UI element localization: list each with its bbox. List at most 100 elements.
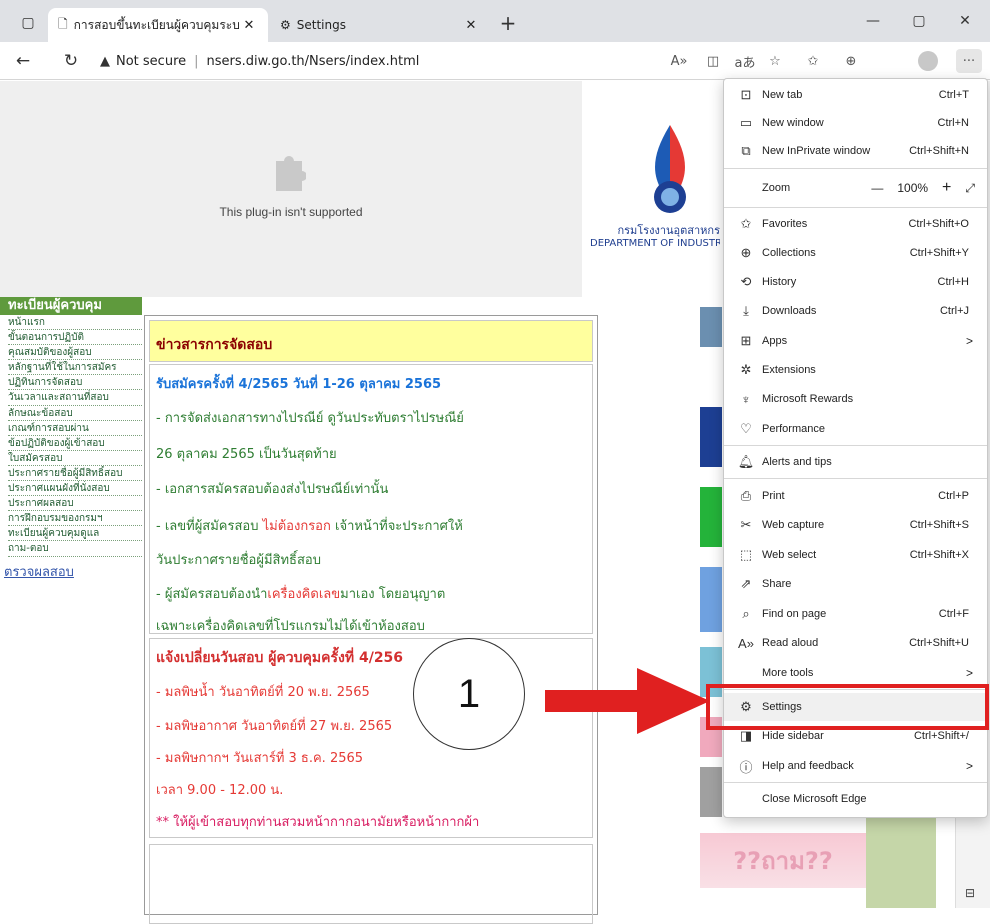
right-banner-block [700, 407, 722, 467]
refresh-icon[interactable]: ↻ [56, 46, 86, 76]
favorites-icon[interactable]: ✩ [800, 49, 826, 73]
add-favorite-icon[interactable]: ☆ [762, 49, 788, 73]
read-aloud-icon[interactable]: A» [666, 49, 692, 73]
profile-avatar-icon[interactable] [918, 51, 938, 71]
menu-item-more-tools[interactable]: More tools > [724, 659, 987, 687]
sidebar-toggle-icon[interactable]: ⊟ [965, 886, 975, 900]
maximize-icon[interactable]: ▢ [896, 6, 942, 36]
menu-item-print[interactable]: ⎙ Print Ctrl+P [724, 482, 987, 510]
menu-item-find[interactable]: ⌕ Find on page Ctrl+F [724, 600, 987, 628]
left-menu-item[interactable]: ข้อปฏิบัติของผู้เข้าสอบ [8, 436, 142, 451]
menu-item-new-window[interactable]: ▭ New window Ctrl+N [724, 109, 987, 137]
news-text: มาเอง โดยอนุญาต [340, 587, 446, 602]
downloads-icon: ⤓ [743, 303, 749, 318]
tab-nsers[interactable]: 🗋 การสอบขึ้นทะเบียนผู้ควบคุมระบบบำบัด ✕ [48, 8, 268, 42]
menu-item-help[interactable]: ⓘ Help and feedback > [724, 752, 987, 780]
left-menu-item[interactable]: หลักฐานที่ใช้ในการสมัคร [8, 360, 142, 376]
menu-item-web-select[interactable]: ⬚ Web select Ctrl+Shift+X [724, 541, 987, 569]
left-menu-item[interactable]: ประกาศผลสอบ [8, 496, 142, 512]
left-menu-item[interactable]: ใบสมัครสอบ [8, 451, 142, 466]
menu-item-label: Hide sidebar [762, 730, 824, 742]
menu-item-alerts[interactable]: 🔔︎ Alerts and tips [724, 448, 987, 476]
menu-item-read-aloud[interactable]: A» Read aloud Ctrl+Shift+U [724, 629, 987, 657]
menu-item-new-tab[interactable]: ⊡ New tab Ctrl+T [724, 81, 987, 109]
news-line: - มลพิษอากาศ วันอาทิตย์ที่ 27 พ.ย. 2565 [156, 719, 393, 734]
menu-item-apps[interactable]: ⊞ Apps > [724, 327, 987, 355]
menu-item-label: Downloads [762, 305, 817, 317]
menu-item-downloads[interactable]: ⤓ Downloads Ctrl+J [724, 297, 987, 325]
menu-item-rewards[interactable]: ♆ Microsoft Rewards [724, 385, 987, 413]
left-menu-item[interactable]: เกณฑ์การสอบผ่าน [8, 421, 142, 436]
menu-item-favorites[interactable]: ✩ Favorites Ctrl+Shift+O [724, 210, 987, 238]
left-menu-item[interactable]: หน้าแรก [8, 315, 142, 331]
immersive-reader-icon[interactable]: ◫ [700, 49, 726, 73]
news-line: แจ้งเปลี่ยนวันสอบ ผู้ควบคุมครั้งที่ 4/25… [156, 650, 404, 666]
menu-item-share[interactable]: ⇗ Share [724, 570, 987, 598]
menu-item-close-edge[interactable]: Close Microsoft Edge [724, 785, 987, 813]
left-menu-item[interactable]: ประกาศแผนผังที่นั่งสอบ [8, 481, 142, 497]
left-menu-item[interactable]: การฝึกอบรมของกรมฯ [8, 511, 142, 527]
menu-item-web-capture[interactable]: ✂ Web capture Ctrl+Shift+S [724, 511, 987, 539]
back-arrow-icon[interactable]: ← [8, 46, 38, 76]
news-line: ** ให้ผู้เข้าสอบทุกท่านสวมหน้ากากอนามัยห… [156, 815, 480, 830]
news-line: 26 ตุลาคม 2565 เป็นวันสุดท้าย [156, 447, 337, 462]
news-line: - มลพิษกากฯ วันเสาร์ที่ 3 ธ.ค. 2565 [156, 751, 364, 766]
zoom-in-icon[interactable]: + [942, 179, 951, 197]
settings-highlight-box [706, 684, 989, 730]
right-banner-block [700, 767, 722, 817]
translate-icon[interactable]: aあ [732, 49, 758, 73]
fullscreen-icon[interactable]: ⤢ [965, 181, 975, 196]
faq-banner[interactable]: ??ถาม?? [700, 833, 866, 888]
extensions-icon: ✲ [740, 362, 752, 377]
left-navigation: ทะเบียนผู้ควบคุม หน้าแรก ขั้นตอนการปฏิบั… [0, 297, 142, 582]
menu-item-history[interactable]: ⟲ History Ctrl+H [724, 268, 987, 296]
address-bar[interactable]: ▲ Not secure | nsers.diw.go.th/Nsers/ind… [100, 48, 480, 74]
menu-item-shortcut: Ctrl+H [937, 276, 969, 288]
left-menu-item[interactable]: คุณสมบัติของผู้สอบ [8, 345, 142, 361]
address-separator: | [194, 53, 199, 69]
menu-item-performance[interactable]: ♡ Performance [724, 415, 987, 443]
tab-actions-icon[interactable]: ▢ [12, 8, 44, 38]
left-menu-item[interactable]: ขั้นตอนการปฏิบัติ [8, 330, 142, 346]
web-select-icon: ⬚ [739, 547, 753, 562]
warning-triangle-icon[interactable]: ▲ [100, 54, 110, 69]
close-tab-icon[interactable]: ✕ [240, 18, 258, 33]
menu-item-shortcut: Ctrl+Shift+/ [913, 730, 969, 742]
apps-icon: ⊞ [740, 333, 752, 348]
news-line: - การจัดส่งเอกสารทางไปรณีย์ ดูวันประทับต… [156, 411, 464, 426]
left-menu-item[interactable]: ปฏิทินการจัดสอบ [8, 375, 142, 391]
left-menu-item[interactable]: วันเวลาและสถานที่สอบ [8, 390, 142, 406]
left-menu-item[interactable]: ลักษณะข้อสอบ [8, 406, 142, 421]
sidebar-icon: ◨ [739, 728, 753, 743]
tab-title: Settings [296, 18, 346, 32]
news-line: เฉพาะเครื่องคิดเลขที่โปรแกรมไม่ได้เข้าห้… [156, 619, 425, 634]
news-line: - มลพิษน้ำ วันอาทิตย์ที่ 20 พ.ย. 2565 [156, 685, 370, 700]
menu-item-label: History [762, 276, 797, 288]
new-tab-icon: ⊡ [740, 87, 752, 102]
news-line: เวลา 9.00 - 12.00 น. [156, 783, 284, 798]
minimize-icon[interactable]: — [850, 6, 896, 36]
zoom-out-icon[interactable]: — [871, 181, 883, 195]
menu-item-label: Zoom [762, 182, 791, 194]
new-tab-plus-icon[interactable]: + [492, 8, 524, 38]
menu-item-collections[interactable]: ⊕ Collections Ctrl+Shift+Y [724, 239, 987, 267]
tab-settings[interactable]: ⚙ Settings ✕ [270, 8, 490, 42]
page-icon: 🗋 [58, 16, 68, 31]
menu-item-extensions[interactable]: ✲ Extensions [724, 356, 987, 384]
collections-icon[interactable]: ⊕ [838, 49, 864, 73]
tab-title: การสอบขึ้นทะเบียนผู้ควบคุมระบบบำบัด [73, 17, 240, 32]
menu-item-label: Find on page [762, 608, 827, 620]
news-section-date-change: แจ้งเปลี่ยนวันสอบ ผู้ควบคุมครั้งที่ 4/25… [149, 638, 593, 838]
close-tab-icon[interactable]: ✕ [462, 18, 480, 33]
close-window-icon[interactable]: ✕ [942, 6, 988, 36]
left-menu-item[interactable]: ถาม-ตอบ [8, 541, 142, 557]
more-options-icon[interactable]: ··· [956, 49, 982, 73]
menu-divider [724, 207, 987, 208]
check-results-link[interactable]: ตรวจผลสอบ [0, 561, 142, 582]
left-menu-item[interactable]: ทะเบียนผู้ควบคุมดูแล [8, 526, 142, 542]
menu-item-shortcut: Ctrl+J [939, 305, 969, 317]
menu-item-shortcut: Ctrl+Shift+N [909, 145, 969, 157]
left-menu-item[interactable]: ประกาศรายชื่อผู้มีสิทธิ์สอบ [8, 466, 142, 482]
menu-item-shortcut: Ctrl+P [938, 490, 969, 502]
menu-item-inprivate[interactable]: ⧉ New InPrivate window Ctrl+Shift+N [724, 137, 987, 165]
